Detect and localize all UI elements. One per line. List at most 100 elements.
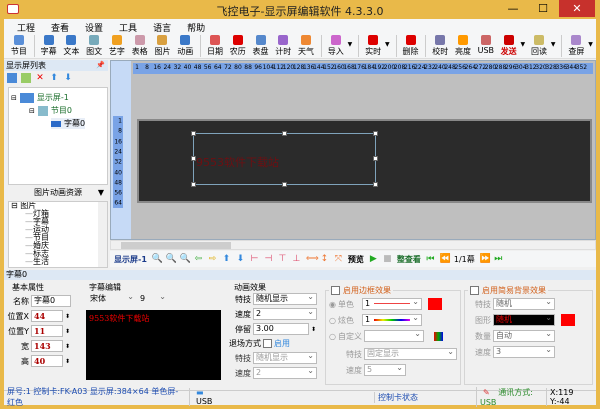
bg-speed-select[interactable]: 3 [493,345,555,358]
maximize-button[interactable]: ☐ [531,0,555,17]
stretch-width-icon[interactable]: ⟺ [306,254,319,264]
font-select[interactable]: 宋体 [88,292,136,306]
menu-item[interactable]: 设置 [78,19,110,34]
toolbar-button[interactable]: 图片 [152,33,174,59]
move-left-icon[interactable]: ⇦ [194,254,203,264]
first-page-icon[interactable]: ⏮ [426,254,435,264]
toolbar-button[interactable]: 文本 [61,33,83,59]
toolbar-button[interactable]: 亮度 [452,33,474,59]
zoom-fit-icon[interactable]: 🔍 [152,254,163,264]
play-icon[interactable]: ▶ [369,254,378,264]
border-enable-checkbox[interactable] [331,286,340,295]
tree-node-program[interactable]: ⊟ 节目0 [29,105,72,116]
align-bottom-icon[interactable]: ⊥ [292,254,301,264]
add-program-icon[interactable] [21,73,31,83]
resize-handle[interactable] [373,156,378,161]
radio-single[interactable]: ◉ [329,300,336,309]
spinner[interactable]: ⬍ [65,328,70,335]
resource-item[interactable]: —婚庆 [9,242,107,250]
toolbar-button[interactable]: 回读 [528,33,550,59]
menu-item[interactable]: 帮助 [180,19,212,34]
fullscreen-icon[interactable]: ⤧ [334,254,343,264]
subtitle-selection-box[interactable]: 9553软件下载站 [191,131,378,187]
bg-enable-checkbox[interactable] [470,286,479,295]
name-input[interactable]: 字幕0 [31,295,71,307]
toolbar-button[interactable]: 农历 [227,33,249,59]
dropdown-arrow-icon[interactable]: ▼ [385,41,390,48]
toolbar-button[interactable]: 实时 [362,33,384,59]
horizontal-scrollbar[interactable] [110,240,596,250]
next-page-icon[interactable]: ⏩ [480,254,491,264]
edit-canvas[interactable]: 1 8 16 24 32 40 48 56 64 1 8 16 24 32 40 48 56 64 72 80 88 9… [110,60,596,240]
move-up-icon[interactable]: ⬆ [222,254,231,264]
stop-icon[interactable]: ■ [383,254,392,264]
menu-item[interactable]: 语言 [146,19,178,34]
spinner[interactable]: ⬍ [65,343,70,350]
resize-handle[interactable] [191,182,196,187]
spinner[interactable]: ⬍ [311,326,316,333]
resource-item[interactable]: —节目 [9,234,107,242]
y-input[interactable]: 11 [31,325,63,337]
exit-effect-select[interactable]: 随机显示 [253,351,317,364]
toolbar-button[interactable]: USB [475,33,497,59]
stay-input[interactable]: 3.00 [253,323,309,335]
effect-select[interactable]: 随机显示 [253,292,317,305]
resource-item[interactable]: —字幕 [9,218,107,226]
zoom-in-icon[interactable]: 🔍 [166,254,177,264]
bg-color-swatch[interactable] [561,314,575,326]
delete-icon[interactable]: ✕ [35,73,45,83]
resize-handle[interactable] [282,182,287,187]
toolbar-button[interactable]: 天气 [295,33,317,59]
align-top-icon[interactable]: ⊤ [278,254,287,264]
resources-header[interactable]: 图片动画资源 ▼ [8,186,108,200]
align-left-icon[interactable]: ⊢ [250,254,259,264]
colorful-width-select[interactable]: 1 [361,313,422,326]
overview-button[interactable]: 整查看 [397,254,421,265]
x-input[interactable]: 44 [31,310,63,322]
pin-icon[interactable]: 📌 [96,60,105,71]
toolbar-button[interactable]: 表格 [129,33,151,59]
tree-node-subtitle[interactable]: 字幕0 [51,118,86,129]
menu-item[interactable]: 查看 [44,19,76,34]
move-up-icon[interactable]: ⬆ [49,73,59,83]
resource-item[interactable]: —生活 [9,258,107,266]
subtitle-text-editor[interactable]: 9553软件下载站 [86,310,221,380]
bg-shape-select[interactable]: 随机 [493,313,555,326]
minimize-button[interactable]: — [501,0,525,17]
resize-handle[interactable] [373,131,378,136]
spinner[interactable]: ⬍ [65,358,70,365]
menu-item[interactable]: 工程 [10,19,42,34]
resource-item[interactable]: —运动 [9,226,107,234]
toolbar-button[interactable]: 图文 [83,33,105,59]
exit-enable-checkbox[interactable] [263,339,272,348]
dropdown-arrow-icon[interactable]: ▼ [520,41,525,48]
preview-label[interactable]: 预览 [348,254,364,265]
radio-custom[interactable]: ○ [329,332,336,341]
border-color-swatch[interactable] [427,298,442,310]
led-screen-preview[interactable]: 9553软件下载站 [137,119,592,203]
move-right-icon[interactable]: ⇨ [208,254,217,264]
resize-handle[interactable] [191,131,196,136]
close-button[interactable]: ✕ [559,0,595,17]
move-down-icon[interactable]: ⬇ [63,73,73,83]
dropdown-arrow-icon[interactable]: ▼ [588,41,593,48]
border-effect-select[interactable]: 固定显示 [364,347,457,360]
palette-icon[interactable] [433,331,443,341]
toolbar-button[interactable]: 节目 [8,33,30,59]
radio-colorful[interactable]: ○ [329,316,336,325]
dropdown-arrow-icon[interactable]: ▼ [551,41,556,48]
spinner[interactable]: ⬍ [65,313,70,320]
speed-select[interactable]: 2 [253,307,317,320]
toolbar-button[interactable]: 日期 [204,33,226,59]
stretch-height-icon[interactable]: ↕ [320,254,329,264]
align-right-icon[interactable]: ⊣ [264,254,273,264]
menu-item[interactable]: 工具 [112,19,144,34]
custom-select[interactable] [363,329,424,342]
move-down-icon[interactable]: ⬇ [236,254,245,264]
zoom-out-icon[interactable]: 🔍 [180,254,191,264]
vertical-scrollbar[interactable] [98,202,107,267]
toolbar-button[interactable]: 删除 [400,33,422,59]
toolbar-button[interactable]: 校时 [429,33,451,59]
add-screen-icon[interactable] [7,73,17,83]
last-page-icon[interactable]: ⏭ [494,254,503,264]
